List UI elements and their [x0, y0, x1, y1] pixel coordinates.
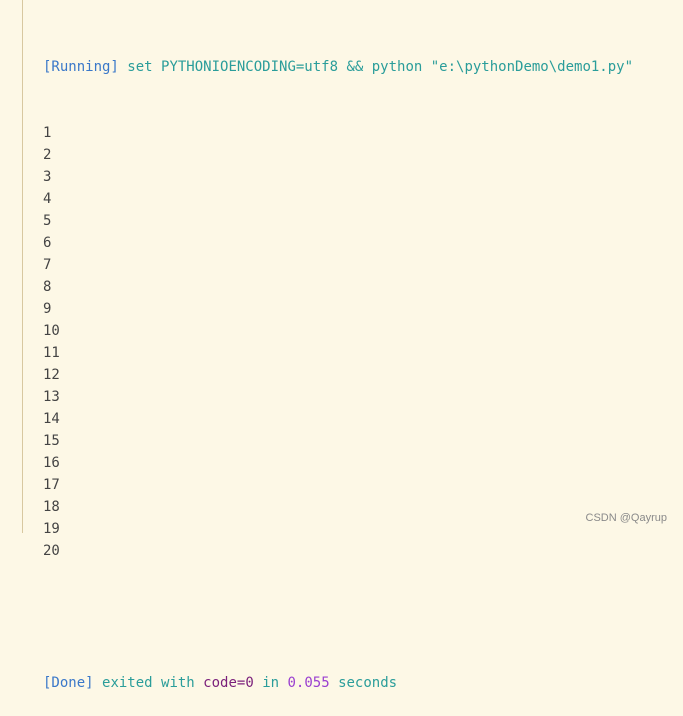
- output-line: 6: [43, 235, 52, 251]
- output-line: 11: [43, 345, 60, 361]
- output-line: 12: [43, 367, 60, 383]
- done-line: [Done] exited with code=0 in 0.055 secon…: [43, 672, 633, 694]
- done-text-in: in: [262, 675, 280, 691]
- output-line: 2: [43, 147, 52, 163]
- output-line: 19: [43, 521, 60, 537]
- output-line: 13: [43, 389, 60, 405]
- output-line: 18: [43, 499, 60, 515]
- done-text-exited: exited with: [102, 675, 195, 691]
- output-line: 5: [43, 213, 52, 229]
- output-panel: [Running] set PYTHONIOENCODING=utf8 && p…: [43, 12, 633, 716]
- running-line: [Running] set PYTHONIOENCODING=utf8 && p…: [43, 56, 633, 78]
- output-line: 10: [43, 323, 60, 339]
- output-line: 20: [43, 543, 60, 559]
- output-line: 15: [43, 433, 60, 449]
- output-line: 8: [43, 279, 52, 295]
- done-text-seconds: seconds: [338, 675, 398, 691]
- output-line: 3: [43, 169, 52, 185]
- output-line: 17: [43, 477, 60, 493]
- exit-code: code=0: [203, 675, 254, 691]
- output-line: 1: [43, 125, 52, 141]
- run-command: set PYTHONIOENCODING=utf8 && python "e:\…: [127, 59, 634, 75]
- output-lines: 1 2 3 4 5 6 7 8 9 10 11 12 13 14 15 16 17 18 19 20: [43, 122, 633, 562]
- duration-value: 0.055: [287, 675, 330, 691]
- output-line: 16: [43, 455, 60, 471]
- panel-left-border: [22, 0, 23, 533]
- output-line: 7: [43, 257, 52, 273]
- output-line: 14: [43, 411, 60, 427]
- running-tag: [Running]: [43, 59, 119, 75]
- watermark: CSDN @Qayrup: [585, 512, 667, 524]
- output-line: 9: [43, 301, 52, 317]
- done-tag: [Done]: [43, 675, 94, 691]
- output-line: 4: [43, 191, 52, 207]
